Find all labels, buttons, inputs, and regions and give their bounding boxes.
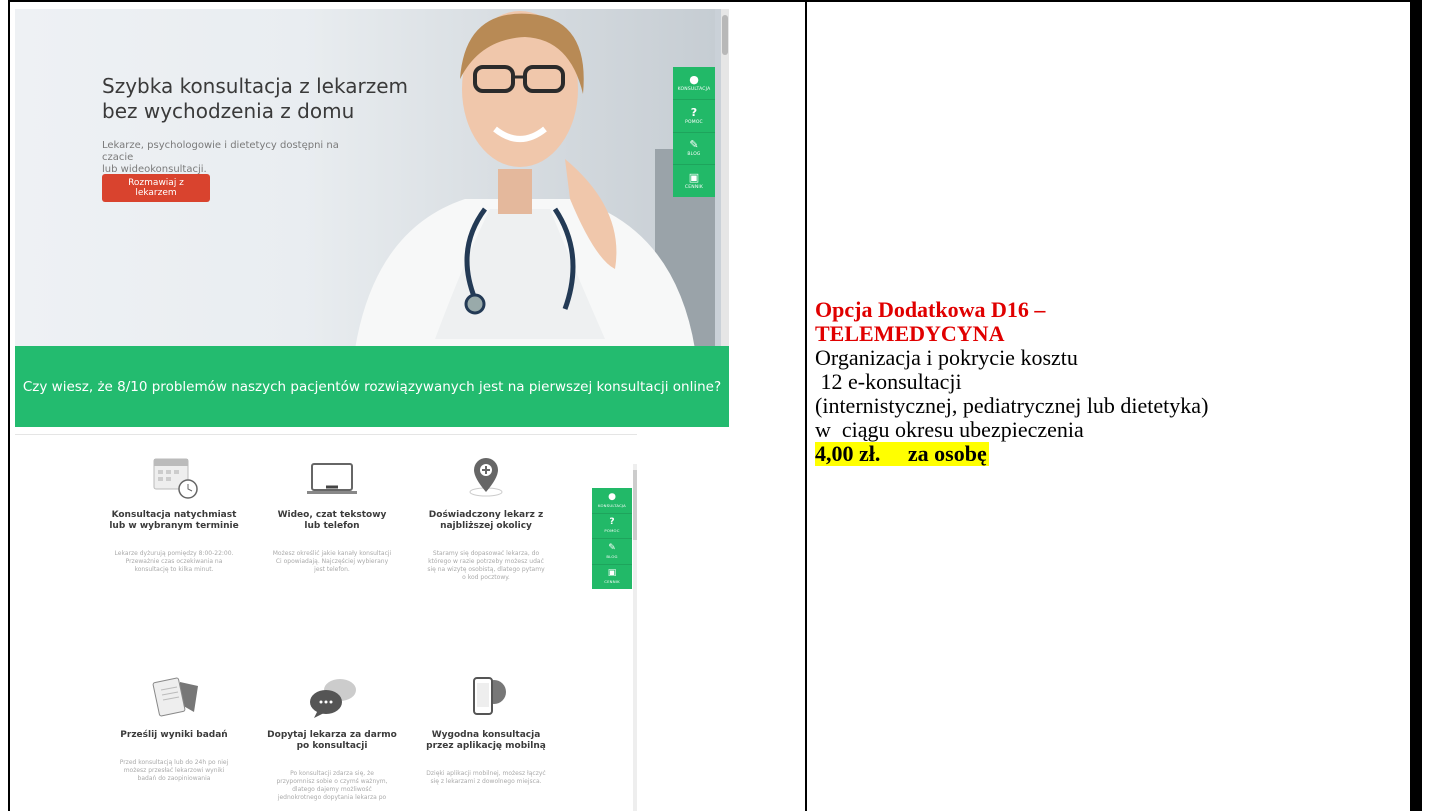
hero-screenshot: Szybka konsultacja z lekarzem bez wychod… xyxy=(15,9,729,427)
money-icon: ▣ xyxy=(607,568,617,579)
money-icon: ▣ xyxy=(688,171,700,185)
talk-to-doctor-button[interactable]: Rozmawiaj z lekarzem xyxy=(102,174,210,202)
sidebar-item-blog[interactable]: ✎ BLOG xyxy=(673,133,715,166)
feature-item: Wygodna konsultacja przez aplikację mobil… xyxy=(411,674,561,786)
sidebar-item-pomoc[interactable]: ? POMOC xyxy=(592,514,632,539)
offer-description: Opcja Dodatkowa D16 – TELEMEDYCYNA Organ… xyxy=(815,298,1415,466)
feature-item: Prześlij wyniki badań Przed konsultacją … xyxy=(99,674,249,783)
floating-sidebar-secondary: ● KONSULTACJA ? POMOC ✎ BLOG ▣ CENNIK xyxy=(592,488,632,589)
hero-subtitle: Lekarze, psychologowie i dietetycy dostę… xyxy=(102,140,339,175)
mobile-globe-icon xyxy=(473,677,506,715)
edit-icon: ✎ xyxy=(608,542,616,553)
chat-bubble-icon: ● xyxy=(608,491,616,502)
offer-line: (internistycznej, pediatrycznej lub diet… xyxy=(815,393,1209,418)
edit-icon: ✎ xyxy=(689,138,699,152)
offer-title: Opcja Dodatkowa D16 – TELEMEDYCYNA xyxy=(815,297,1046,346)
chat-bubble-icon: ● xyxy=(689,72,699,86)
hero-scrollbar[interactable] xyxy=(721,9,729,347)
info-band-text: Czy wiesz, że 8/10 problemów naszych pac… xyxy=(22,378,722,395)
offer-price: 4,00 zł. za osobę xyxy=(815,441,989,466)
offer-line: w ciągu okresu ubezpieczenia xyxy=(815,417,1084,442)
floating-sidebar: ● KONSULTACJA ? POMOC ✎ BLOG ▣ CENNIK xyxy=(673,67,715,197)
sidebar-item-konsultacja[interactable]: ● KONSULTACJA xyxy=(673,67,715,100)
info-band: Czy wiesz, że 8/10 problemów naszych pac… xyxy=(15,346,729,427)
question-icon: ? xyxy=(609,517,615,528)
offer-line: Organizacja i pokrycie kosztu xyxy=(815,345,1078,370)
feature-item: Wideo, czat tekstowy lub telefon Możesz o… xyxy=(257,454,407,574)
feature-item: Dopytaj lekarza za darmo po konsultacji P… xyxy=(257,674,407,802)
laptop-icon xyxy=(307,463,357,494)
features-scrollbar[interactable] xyxy=(633,464,637,811)
hero-title: Szybka konsultacja z lekarzem bez wychod… xyxy=(102,74,408,123)
feature-item: Doświadczony lekarz z najbliższej okolicy… xyxy=(411,454,561,582)
location-pin-icon xyxy=(469,458,503,497)
sidebar-item-cennik[interactable]: ▣ CENNIK xyxy=(592,565,632,590)
sidebar-item-cennik[interactable]: ▣ CENNIK xyxy=(673,165,715,197)
speech-bubbles-icon xyxy=(310,679,356,718)
features-screenshot: Konsultacja natychmiast lub w wybranym te… xyxy=(15,434,637,811)
table-border-left xyxy=(8,0,10,811)
calendar-clock-icon xyxy=(153,458,198,499)
table-border-top xyxy=(8,0,1422,2)
table-column-divider xyxy=(805,0,807,811)
question-icon: ? xyxy=(690,105,698,119)
doctor-photo xyxy=(315,9,715,349)
sidebar-item-konsultacja[interactable]: ● KONSULTACJA xyxy=(592,488,632,514)
clipboard-icon xyxy=(152,677,198,717)
offer-line: 12 e-konsultacji xyxy=(815,369,962,394)
feature-item: Konsultacja natychmiast lub w wybranym te… xyxy=(99,454,249,574)
sidebar-item-blog[interactable]: ✎ BLOG xyxy=(592,539,632,565)
sidebar-item-pomoc[interactable]: ? POMOC xyxy=(673,100,715,133)
